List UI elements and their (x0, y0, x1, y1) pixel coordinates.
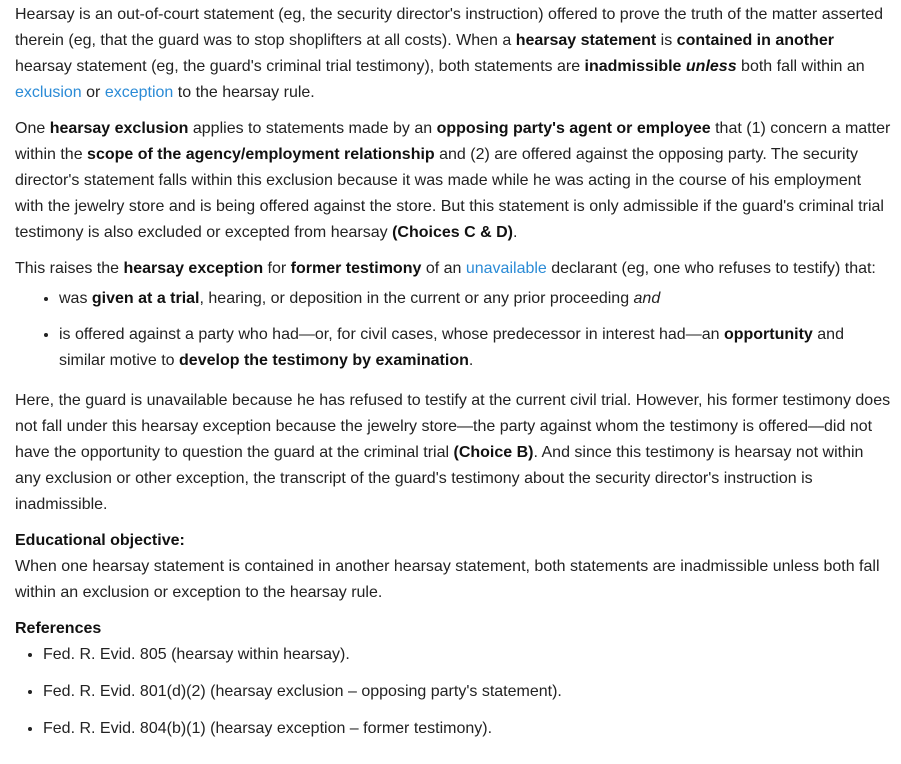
bold-term: opposing party's agent or employee (436, 120, 711, 137)
bold-term: given at a trial (91, 290, 200, 307)
bold-term: opportunity (723, 326, 813, 343)
reference-item: Fed. R. Evid. 801(d)(2) (hearsay exclusi… (43, 679, 891, 705)
educational-objective-heading: Educational objective: (15, 532, 185, 549)
bold-term: scope of the agency/employment relations… (87, 146, 435, 163)
choice-reference: (Choice B) (453, 444, 534, 461)
bold-italic-term: unless (685, 58, 737, 75)
reference-item: Fed. R. Evid. 804(b)(1) (hearsay excepti… (43, 716, 891, 742)
references-list: Fed. R. Evid. 805 (hearsay within hearsa… (15, 642, 891, 742)
unavailable-link[interactable]: unavailable (466, 260, 547, 277)
bold-term: contained in another (676, 32, 835, 49)
text-run: was (59, 290, 92, 307)
explanation-content: Hearsay is an out-of-court statement (eg… (0, 0, 901, 742)
text-run: is (656, 32, 677, 49)
bold-term: inadmissible (584, 58, 682, 75)
bold-term: hearsay statement (515, 32, 657, 49)
text-run: for (263, 260, 291, 277)
exclusion-link[interactable]: exclusion (15, 84, 82, 101)
text-run: is offered against a party who had—or, f… (59, 326, 724, 343)
text-run: declarant (eg, one who refuses to testif… (546, 260, 876, 277)
text-run: . (468, 352, 474, 369)
reference-item: Fed. R. Evid. 805 (hearsay within hearsa… (43, 642, 891, 668)
text-run: applies to statements made by an (188, 120, 437, 137)
list-item: is offered against a party who had—or, f… (59, 322, 891, 374)
text-run: or (81, 84, 105, 101)
references-section: References Fed. R. Evid. 805 (hearsay wi… (15, 616, 891, 742)
bold-term: former testimony (290, 260, 422, 277)
text-run: hearsay statement (eg, the guard's crimi… (15, 58, 585, 75)
exception-paragraph: This raises the hearsay exception for fo… (15, 256, 891, 282)
text-run: This raises the (15, 260, 124, 277)
choice-reference: (Choices C & D) (392, 224, 513, 241)
bold-term: hearsay exception (123, 260, 264, 277)
exception-requirements-list: was given at a trial, hearing, or deposi… (15, 286, 891, 374)
bold-term: develop the testimony by examination (179, 352, 469, 369)
list-item: was given at a trial, hearing, or deposi… (59, 286, 891, 312)
text-run: to the hearsay rule. (173, 84, 315, 101)
exclusion-paragraph: One hearsay exclusion applies to stateme… (15, 116, 891, 246)
text-run: . (512, 224, 518, 241)
text-run: both fall within an (736, 58, 865, 75)
text-run: One (15, 120, 50, 137)
text-run: of an (421, 260, 466, 277)
educational-objective: Educational objective: When one hearsay … (15, 528, 891, 606)
text-run: , hearing, or deposition in the current … (199, 290, 634, 307)
intro-paragraph: Hearsay is an out-of-court statement (eg… (15, 2, 891, 106)
references-heading: References (15, 620, 102, 637)
italic-term: and (633, 290, 661, 307)
application-paragraph: Here, the guard is unavailable because h… (15, 388, 891, 518)
exception-link[interactable]: exception (105, 84, 174, 101)
educational-objective-text: When one hearsay statement is contained … (15, 558, 880, 601)
bold-term: hearsay exclusion (49, 120, 189, 137)
